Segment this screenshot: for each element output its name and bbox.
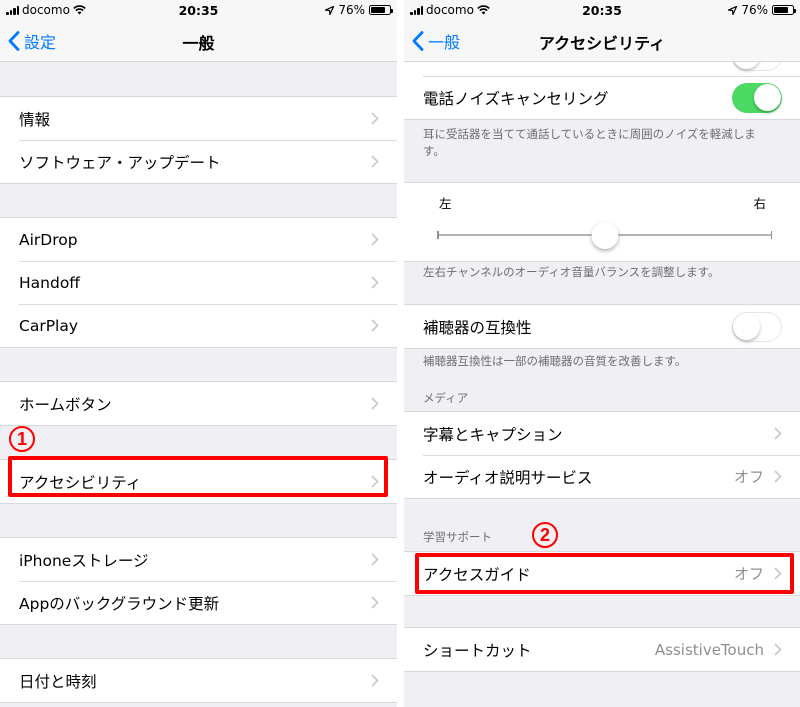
section-header-media: メディア [423, 391, 469, 405]
general-settings-screen: docomo 20:35 76% 設定 一般 情報 ソフトウェア・アップデート … [0, 0, 397, 707]
chevron-right-icon [371, 596, 379, 609]
row-value: AssistiveTouch [654, 640, 764, 659]
chevron-right-icon [371, 475, 379, 488]
accessibility-settings-screen: 電話ノイズキャンセリング 耳に受話器を当てて通話しているときに周囲のノイズを軽減… [404, 0, 800, 707]
row-label: 字幕とキャプション [423, 425, 563, 444]
chevron-right-icon [371, 319, 379, 332]
balance-slider-thumb[interactable] [591, 222, 618, 249]
settings-group: アクセシビリティ [0, 459, 397, 504]
settings-group: 補聴器の互換性 [404, 304, 800, 349]
page-title: 一般 [182, 34, 215, 53]
list-item-handoff[interactable]: Handoff [0, 261, 397, 304]
list-item-phone-noise-cancellation: 電話ノイズキャンセリング [404, 76, 800, 119]
list-item-background-app-refresh[interactable]: Appのバックグラウンド更新 [0, 581, 397, 624]
settings-group: 字幕とキャプション オーディオ説明サービス オフ [404, 411, 800, 499]
list-item-home-button[interactable]: ホームボタン [0, 382, 397, 425]
hearing-aid-footer: 補聴器互換性は一部の補聴器の音質を改善します。 [423, 354, 687, 368]
row-label: Handoff [19, 273, 80, 292]
section-header-learning: 学習サポート [423, 530, 492, 544]
list-item-audio-descriptions[interactable]: オーディオ説明サービス オフ [404, 455, 800, 498]
settings-group: 日付と時刻 [0, 658, 397, 703]
chevron-right-icon [371, 397, 379, 410]
row-label: アクセスガイド [423, 565, 531, 584]
settings-group: アクセスガイド オフ [404, 551, 800, 596]
list-item-software-update[interactable]: ソフトウェア・アップデート [0, 140, 397, 183]
chevron-right-icon [774, 470, 782, 483]
list-item-subtitles-captions[interactable]: 字幕とキャプション [404, 412, 800, 455]
row-label: CarPlay [19, 316, 79, 335]
list-item-accessibility[interactable]: アクセシビリティ [0, 460, 397, 503]
battery-percent: 76% [338, 3, 365, 17]
list-item-guided-access[interactable]: アクセスガイド オフ [404, 552, 800, 595]
row-label: オーディオ説明サービス [423, 468, 593, 487]
row-label: 情報 [19, 110, 51, 129]
navigation-bar: 一般 アクセシビリティ [404, 20, 800, 62]
row-value: オフ [733, 468, 764, 486]
list-item-iphone-storage[interactable]: iPhoneストレージ [0, 538, 397, 581]
step-badge-2: 2 [532, 522, 558, 548]
location-icon [728, 5, 738, 15]
chevron-right-icon [371, 276, 379, 289]
chevron-right-icon [371, 553, 379, 566]
settings-group: iPhoneストレージ Appのバックグラウンド更新 [0, 537, 397, 625]
balance-right-label: 右 [753, 196, 766, 211]
row-label: ショートカット [423, 641, 532, 660]
chevron-right-icon [371, 155, 379, 168]
chevron-right-icon [371, 233, 379, 246]
settings-group: 情報 ソフトウェア・アップデート [0, 96, 397, 184]
row-label: Appのバックグラウンド更新 [19, 594, 220, 613]
row-label: ホームボタン [19, 395, 112, 414]
row-label: iPhoneストレージ [19, 551, 149, 570]
row-label: ソフトウェア・アップデート [19, 153, 221, 172]
page-title: アクセシビリティ [538, 34, 666, 53]
list-item-hearing-aid-compatibility: 補聴器の互換性 [404, 305, 800, 348]
list-item-about[interactable]: 情報 [0, 97, 397, 140]
settings-group: AirDrop Handoff CarPlay [0, 217, 397, 348]
chevron-right-icon [371, 112, 379, 125]
chevron-right-icon [774, 567, 782, 580]
balance-left-label: 左 [439, 196, 452, 211]
battery-icon [369, 5, 393, 15]
row-label: AirDrop [19, 230, 78, 249]
status-bar: docomo 20:35 76% [0, 0, 397, 20]
row-value: オフ [733, 565, 764, 583]
battery-percent: 76% [741, 3, 768, 17]
hearing-aid-toggle[interactable] [732, 311, 782, 342]
chevron-right-icon [774, 643, 782, 656]
chevron-right-icon [774, 427, 782, 440]
row-label: 補聴器の互換性 [423, 318, 532, 337]
chevron-right-icon [371, 674, 379, 687]
list-item-carplay[interactable]: CarPlay [0, 304, 397, 347]
row-label: 電話ノイズキャンセリング [423, 89, 609, 108]
list-item-accessibility-shortcut[interactable]: ショートカット AssistiveTouch [404, 628, 800, 671]
settings-group: ショートカット AssistiveTouch [404, 627, 800, 672]
navigation-bar: 設定 一般 [0, 20, 397, 62]
balance-slider-group: 左 右 [404, 182, 800, 262]
noise-cancellation-footer: 耳に受話器を当てて通話しているときに周囲のノイズを軽減します。 [423, 127, 756, 158]
list-item-date-time[interactable]: 日付と時刻 [0, 659, 397, 702]
noise-cancellation-toggle[interactable] [732, 82, 782, 113]
status-bar: docomo 20:35 76% [404, 0, 800, 20]
balance-footer: 左右チャンネルのオーディオ音量バランスを調整します。 [423, 265, 720, 279]
settings-group: ホームボタン [0, 381, 397, 426]
step-badge-1: 1 [9, 426, 35, 452]
list-item-airdrop[interactable]: AirDrop [0, 218, 397, 261]
battery-icon [772, 5, 796, 15]
row-label: 日付と時刻 [19, 672, 97, 691]
location-icon [325, 5, 335, 15]
row-label: アクセシビリティ [19, 473, 142, 492]
